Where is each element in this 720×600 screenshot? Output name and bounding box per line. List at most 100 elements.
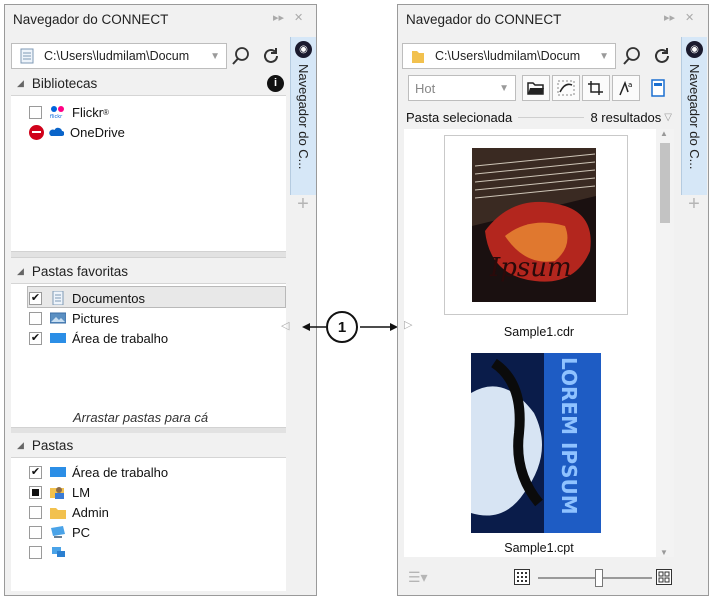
thumbnail-art-text: Ipsum — [489, 253, 572, 283]
path-text: C:\Users\ludmilam\Docum — [435, 49, 581, 63]
desktop-folder-icon — [50, 467, 66, 477]
network-icon — [52, 547, 65, 557]
refresh-button[interactable] — [650, 44, 674, 68]
add-docker-icon[interactable]: + — [290, 193, 316, 216]
onedrive-icon — [49, 127, 64, 136]
search-icon — [232, 47, 249, 65]
svg-text:a: a — [628, 81, 632, 89]
section-splitter[interactable] — [11, 251, 286, 258]
small-thumbnails-icon[interactable] — [514, 569, 530, 585]
folder-item-admin[interactable]: Admin — [29, 502, 109, 522]
folder-icon — [412, 51, 424, 63]
path-combobox[interactable]: C:\Users\ludmilam\Docum ▼ — [402, 43, 616, 69]
favorite-item-label: Pictures — [72, 310, 119, 326]
refresh-icon — [655, 48, 669, 63]
scroll-up-icon[interactable]: ▲ — [660, 129, 668, 138]
collapse-left-icon[interactable]: ◁ — [281, 319, 289, 332]
text-tool-button[interactable]: a — [612, 75, 640, 101]
expand-right-icon[interactable]: ▷ — [404, 318, 412, 331]
scrollbar-thumb[interactable] — [660, 143, 670, 223]
checkbox[interactable]: ✔ — [29, 291, 42, 305]
favorite-item-label: Área de trabalho — [72, 330, 169, 346]
expand-icon[interactable]: ▸▸ — [664, 11, 675, 24]
open-folder-icon — [527, 82, 544, 95]
large-thumbnails-icon[interactable] — [656, 569, 672, 585]
library-item-onedrive[interactable]: OneDrive — [29, 122, 125, 142]
favorites-list: ✔ Documentos Pictures ✔ Área de trabalho… — [11, 283, 286, 427]
checkbox[interactable] — [29, 505, 42, 519]
libraries-header-label: Bibliotecas — [31, 75, 98, 91]
checkbox[interactable] — [29, 545, 42, 559]
chevron-down-icon[interactable]: ▽ — [664, 112, 672, 123]
scroll-down-icon[interactable]: ▼ — [660, 548, 668, 557]
filter-dropdown[interactable]: Hot ▼ — [408, 75, 516, 101]
thumbnail-card[interactable]: Ipsum — [444, 135, 628, 315]
checkbox-partial[interactable] — [29, 485, 42, 499]
chevron-down-icon: ▼ — [599, 50, 609, 62]
folder-icon — [50, 508, 66, 519]
folder-item-label: Admin — [72, 504, 109, 520]
libraries-list: flickr Flickr ® OneDrive — [11, 95, 286, 251]
checkbox[interactable]: ✔ — [29, 465, 42, 479]
search-button[interactable] — [620, 44, 644, 68]
divider — [518, 116, 585, 118]
refresh-button[interactable] — [259, 44, 283, 68]
open-folder-button[interactable] — [522, 75, 550, 101]
callout-number: 1 — [326, 311, 358, 343]
folder-item-pc[interactable]: PC — [29, 522, 90, 542]
thumbnail-image-saxophone: LOREM IPSUM — [471, 353, 601, 533]
thumbnail-image-guitar: Ipsum — [472, 148, 596, 302]
checkbox[interactable] — [29, 105, 42, 119]
path-text: C:\Users\ludmilam\Docum — [44, 49, 190, 63]
favorite-item-documentos[interactable]: ✔ Documentos — [29, 288, 145, 308]
favorites-header-label: Pastas favoritas — [31, 263, 128, 279]
folder-item-label: PC — [72, 524, 91, 540]
connect-logo-icon: ◉ — [295, 41, 312, 58]
text-style-icon: a — [619, 80, 632, 96]
folders-header-label: Pastas — [31, 437, 74, 453]
bottom-toolbar: ☰▾ — [398, 561, 708, 595]
refresh-icon — [264, 48, 278, 63]
document-properties-button[interactable] — [644, 75, 672, 101]
folders-tree: ✔ Área de trabalho LM Admin PC — [11, 457, 286, 591]
folder-item-lm[interactable]: LM — [29, 482, 90, 502]
expand-icon[interactable]: ▸▸ — [273, 11, 284, 24]
slider-handle[interactable] — [595, 569, 603, 587]
title-buttons: ▸▸ ✕ — [273, 11, 303, 24]
library-item-label: OneDrive — [70, 124, 125, 140]
connect-logo-icon: ◉ — [686, 41, 703, 58]
checkbox[interactable] — [29, 311, 42, 325]
checkbox[interactable]: ✔ — [29, 331, 42, 345]
add-docker-icon[interactable]: + — [681, 193, 707, 216]
vertical-scrollbar[interactable]: ▲ ▼ — [656, 129, 674, 557]
library-item-flickr[interactable]: flickr Flickr ® — [29, 102, 109, 122]
registered-mark: ® — [103, 107, 109, 117]
path-combobox[interactable]: C:\Users\ludmilam\Docum ▼ — [11, 43, 227, 69]
folders-header[interactable]: ◢ Pastas — [11, 433, 286, 457]
results-count[interactable]: 8 resultados — [590, 110, 661, 125]
left-connect-panel: Navegador do CONNECT ▸▸ ✕ C:\Users\ludmi… — [4, 4, 317, 596]
checkbox[interactable] — [29, 525, 42, 539]
thumbnail-caption: Sample1.cpt — [504, 541, 574, 555]
curve-tool-button[interactable] — [552, 75, 580, 101]
favorite-item-desktop[interactable]: ✔ Área de trabalho — [29, 328, 168, 348]
thumbnail-card[interactable]: LOREM IPSUM — [444, 353, 628, 533]
crop-tool-button[interactable] — [582, 75, 610, 101]
results-label: Pasta selecionada — [406, 109, 513, 125]
favorites-header[interactable]: ◢ Pastas favoritas — [11, 259, 286, 283]
title-buttons: ▸▸ ✕ — [664, 11, 694, 24]
panel-title: Navegador do CONNECT — [13, 11, 169, 27]
dock-tab-connect[interactable]: ◉ Navegador do C... — [681, 37, 707, 195]
close-icon[interactable]: ✕ — [294, 11, 303, 24]
close-icon[interactable]: ✕ — [685, 11, 694, 24]
results-bar: Pasta selecionada 8 resultados ▽ — [406, 107, 672, 127]
folder-item-desktop[interactable]: ✔ Área de trabalho — [29, 462, 168, 482]
search-button[interactable] — [229, 44, 253, 68]
drop-hint: Arrastar pastas para cá — [73, 410, 209, 425]
favorite-item-pictures[interactable]: Pictures — [29, 308, 119, 328]
libraries-header[interactable]: ◢ Bibliotecas i — [11, 71, 286, 95]
dock-tab-connect[interactable]: ◉ Navegador do C... — [290, 37, 316, 195]
view-options-icon[interactable]: ☰▾ — [408, 569, 428, 586]
folder-item-network[interactable] — [29, 542, 72, 562]
info-icon[interactable]: i — [267, 74, 284, 92]
